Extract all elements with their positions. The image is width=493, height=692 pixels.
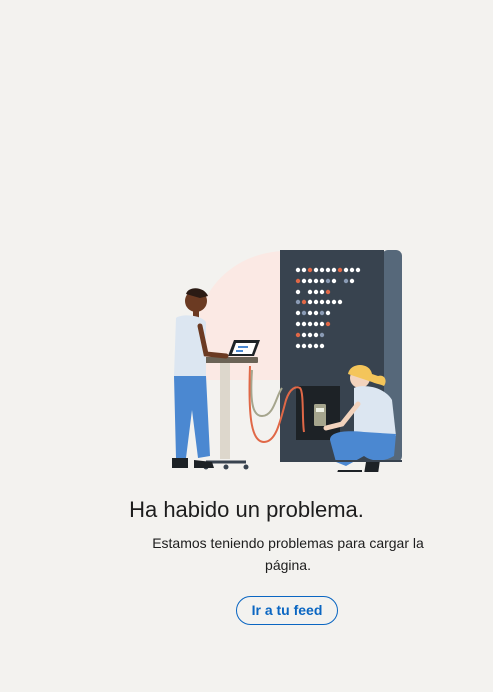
go-to-feed-button[interactable]: Ir a tu feed: [236, 596, 338, 625]
desk-top: [204, 357, 258, 363]
server-room-illustration: [172, 250, 402, 472]
error-page: Ha habido un problema. Estamos teniendo …: [0, 0, 493, 692]
desk-pole: [220, 363, 230, 459]
error-title: Ha habido un problema.: [129, 497, 364, 522]
server-module: [314, 404, 326, 426]
error-message: Estamos teniendo problemas para cargar l…: [152, 535, 424, 573]
